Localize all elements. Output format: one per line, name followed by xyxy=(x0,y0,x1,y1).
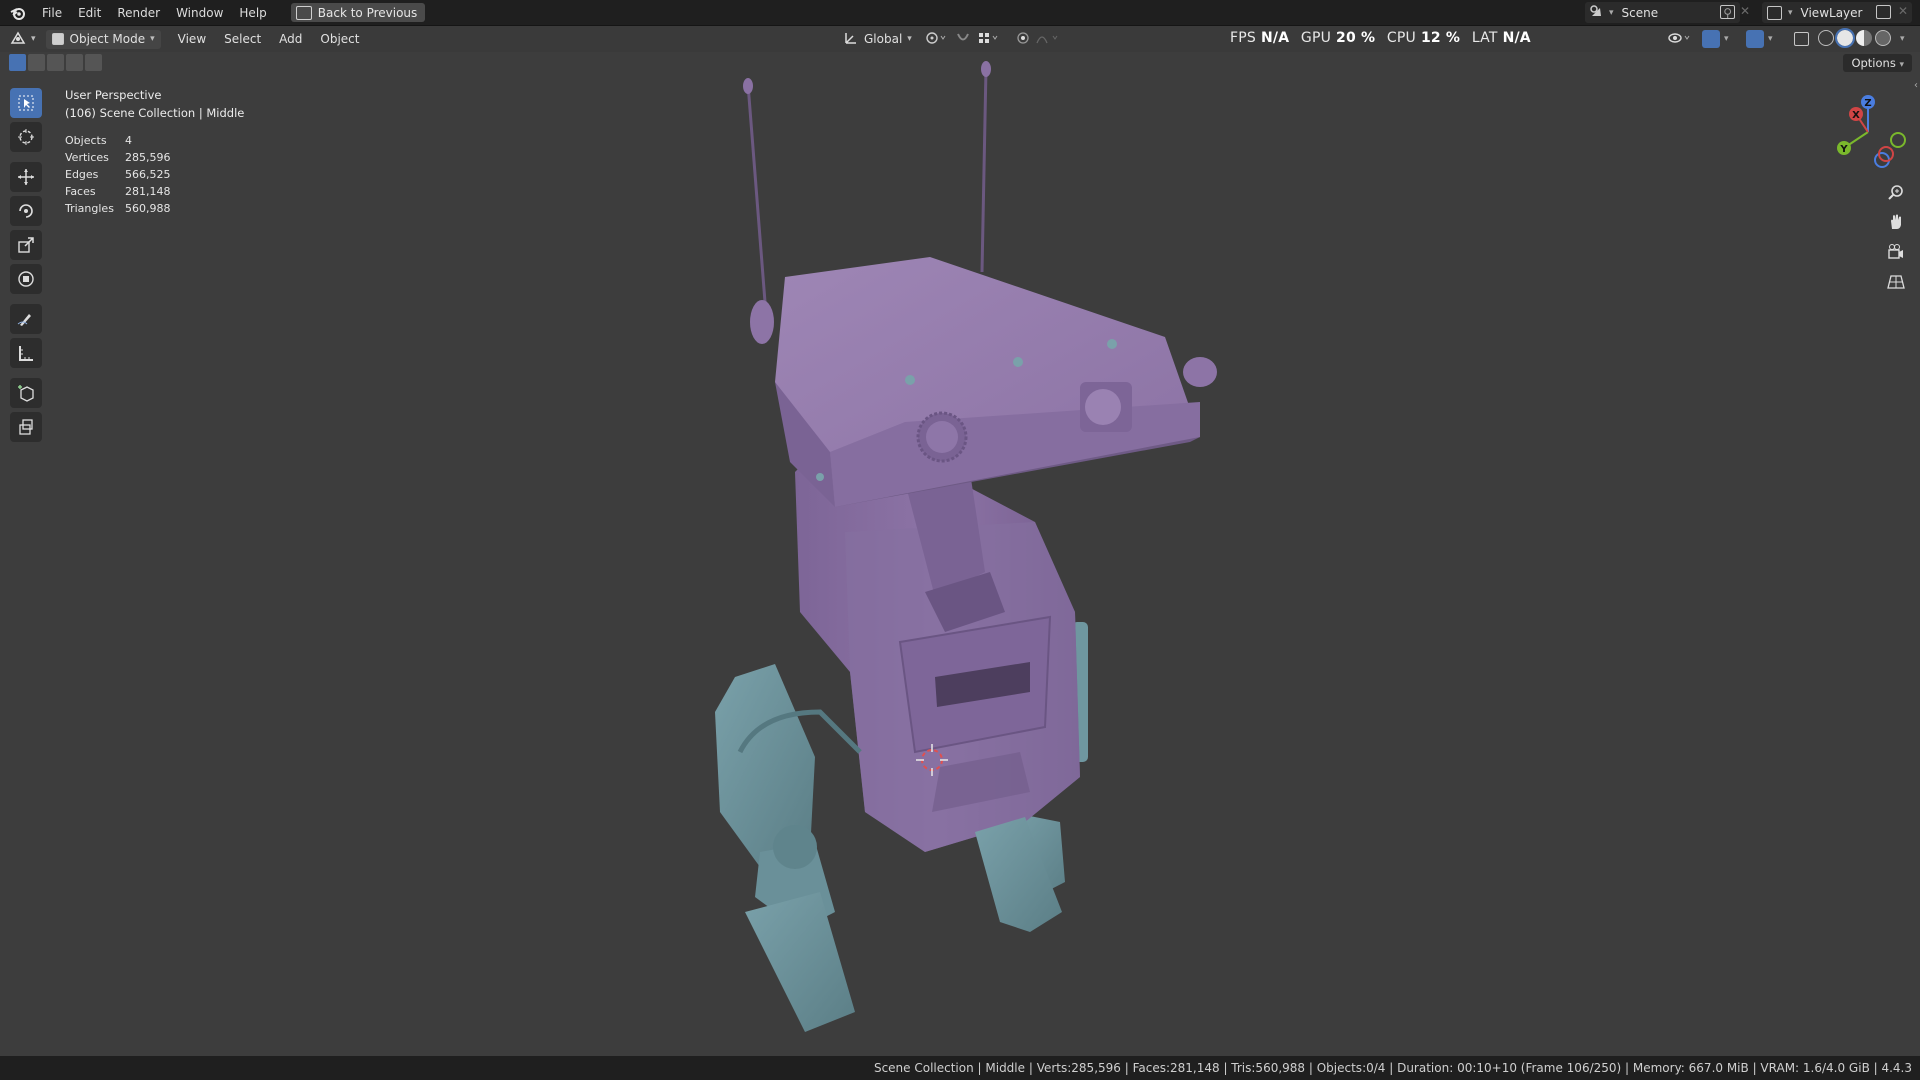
antenna-left xyxy=(743,78,767,303)
delete-viewlayer-icon[interactable]: ✕ xyxy=(1898,4,1908,18)
visibility-selector-icon[interactable] xyxy=(1667,31,1693,48)
back-to-previous-label: Back to Previous xyxy=(317,5,418,20)
shading-mode-group xyxy=(1818,28,1891,48)
top-menu-bar: File Edit Render Window Help Back to Pre… xyxy=(0,0,1920,26)
menu-object[interactable]: Object xyxy=(311,32,368,46)
mode-dropdown-icon: ▾ xyxy=(150,34,155,44)
status-bar: Scene Collection | Middle | Verts:285,59… xyxy=(0,1056,1920,1080)
pan-hand-icon[interactable] xyxy=(1884,210,1908,234)
gizmo-dropdown-icon[interactable]: ▾ xyxy=(1724,34,1729,44)
editor-type-selector[interactable]: ▾ xyxy=(10,31,36,48)
xray-toggle-icon[interactable] xyxy=(1794,32,1809,46)
fps-label: FPS xyxy=(1230,30,1256,46)
gizmo-z-label: Z xyxy=(1864,98,1871,109)
scene-dropdown-icon[interactable]: ▾ xyxy=(1609,8,1614,18)
wireframe-shading-icon[interactable] xyxy=(1818,30,1834,46)
gizmo-y-label: Y xyxy=(1839,144,1848,155)
gizmo-x-label: X xyxy=(1852,110,1860,121)
proportional-editing-icon[interactable] xyxy=(1015,31,1031,48)
3d-viewport[interactable]: Options ▾ User Perspective (106) Scene C… xyxy=(0,52,1920,1056)
front-leg-left xyxy=(715,664,862,1032)
snap-target-icon[interactable] xyxy=(977,31,999,48)
scene-icon xyxy=(1589,4,1603,21)
overlays-toggle-icon[interactable] xyxy=(1746,30,1764,48)
mode-selector[interactable]: Object Mode ▾ xyxy=(45,29,161,49)
orientation-label: Global xyxy=(864,32,903,46)
mode-label: Object Mode xyxy=(69,32,146,46)
material-shading-icon[interactable] xyxy=(1856,30,1872,46)
gizmo-neg-y[interactable] xyxy=(1890,132,1906,148)
lat-value: N/A xyxy=(1502,30,1531,46)
cpu-label: CPU xyxy=(1386,30,1416,46)
back-screen-icon xyxy=(295,5,312,20)
menu-file[interactable]: File xyxy=(34,3,70,23)
gizmo-toggle-icon[interactable] xyxy=(1702,30,1720,48)
lat-label: LAT xyxy=(1471,30,1498,46)
overlays-dropdown-icon[interactable]: ▾ xyxy=(1768,34,1773,44)
shading-dropdown-icon[interactable]: ▾ xyxy=(1900,34,1905,44)
scene-name[interactable]: Scene xyxy=(1622,6,1659,20)
3d-viewport-icon xyxy=(10,31,26,48)
viewlayer-name[interactable]: ViewLayer xyxy=(1801,6,1863,20)
menu-select[interactable]: Select xyxy=(215,32,270,46)
camera-view-icon[interactable] xyxy=(1884,240,1908,264)
performance-readout: FPS N/A GPU 20 % CPU 12 % LAT N/A xyxy=(1230,30,1538,46)
menu-render[interactable]: Render xyxy=(109,3,168,23)
gpu-label: GPU xyxy=(1300,30,1332,46)
menu-add[interactable]: Add xyxy=(270,32,311,46)
back-to-previous-button[interactable]: Back to Previous xyxy=(290,3,426,22)
rendered-shading-icon[interactable] xyxy=(1875,30,1891,46)
menu-edit[interactable]: Edit xyxy=(70,3,109,23)
viewport-header: ▾ Object Mode ▾ View Select Add Object G… xyxy=(0,26,1920,52)
zoom-icon[interactable] xyxy=(1884,180,1908,204)
snap-toggle-icon[interactable] xyxy=(955,31,971,48)
pivot-point-icon[interactable] xyxy=(925,31,947,48)
cpu-value: 12 % xyxy=(1420,30,1461,46)
editor-type-dropdown-icon: ▾ xyxy=(31,34,36,44)
scene-selector[interactable]: ▾ Scene ⚲ xyxy=(1585,2,1740,23)
orientation-axes-icon xyxy=(844,31,858,48)
new-scene-icon[interactable] xyxy=(1720,5,1735,19)
menu-view[interactable]: View xyxy=(169,32,215,46)
viewlayer-dropdown-icon[interactable]: ▾ xyxy=(1788,8,1793,18)
object-mode-icon xyxy=(51,33,64,45)
solid-shading-icon[interactable] xyxy=(1835,28,1855,48)
viewlayer-icon xyxy=(1767,5,1782,20)
fps-value: N/A xyxy=(1260,30,1290,46)
sidebar-toggle-icon[interactable]: ‹ xyxy=(1914,80,1918,91)
perspective-grid-icon[interactable] xyxy=(1884,270,1908,294)
status-bar-text: Scene Collection | Middle | Verts:285,59… xyxy=(873,1061,1912,1075)
blender-logo-icon[interactable] xyxy=(8,3,28,23)
antenna-right xyxy=(980,61,991,273)
new-viewlayer-icon[interactable] xyxy=(1876,5,1891,19)
menu-window[interactable]: Window xyxy=(168,3,231,23)
menu-help[interactable]: Help xyxy=(231,3,274,23)
gpu-value: 20 % xyxy=(1336,30,1376,46)
delete-scene-icon[interactable]: ✕ xyxy=(1740,4,1750,18)
robot-model[interactable] xyxy=(0,52,1920,1056)
transform-orientation-selector[interactable]: Global ▾ xyxy=(838,29,918,49)
robot-head xyxy=(750,257,1217,507)
falloff-curve-icon[interactable] xyxy=(1035,31,1061,48)
navigation-gizmo[interactable]: Z Y X xyxy=(1828,92,1908,172)
orientation-dropdown-icon: ▾ xyxy=(907,34,912,44)
